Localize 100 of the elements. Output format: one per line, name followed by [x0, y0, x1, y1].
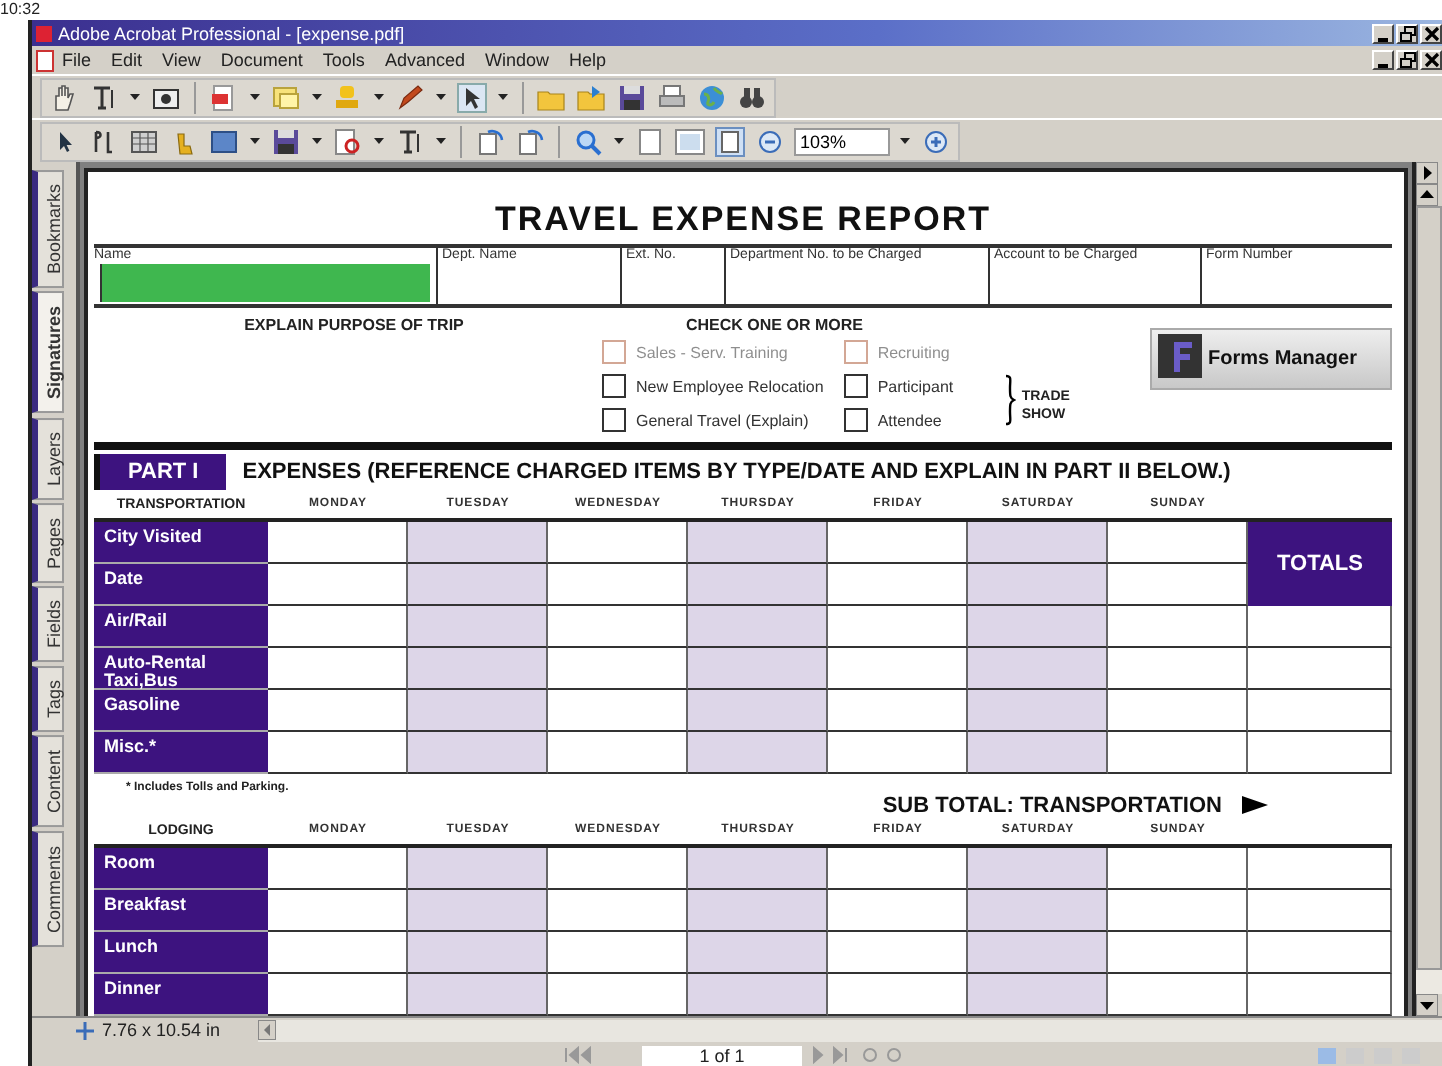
input-field[interactable] — [268, 932, 408, 974]
panel-tab[interactable]: Signatures — [32, 292, 64, 414]
input-field[interactable] — [1108, 563, 1248, 606]
menu-item[interactable]: Window — [484, 50, 549, 70]
input-field[interactable] — [408, 848, 548, 890]
input-field[interactable] — [268, 605, 408, 648]
panel-tab[interactable]: Content — [32, 736, 64, 828]
page-width-icon[interactable] — [674, 125, 706, 157]
checkbox[interactable] — [843, 374, 868, 399]
input-field[interactable] — [828, 890, 968, 932]
scroll-down-icon[interactable] — [1416, 994, 1438, 1016]
input-field[interactable] — [408, 974, 548, 1016]
input-field[interactable] — [688, 647, 828, 690]
input-field[interactable] — [688, 689, 828, 732]
input-field[interactable] — [968, 731, 1108, 774]
input-field[interactable] — [688, 731, 828, 774]
input-field[interactable] — [268, 689, 408, 732]
input-field[interactable] — [1108, 647, 1248, 690]
move-icon[interactable] — [76, 1021, 94, 1039]
document-zoom-icon[interactable] — [332, 125, 364, 157]
page-number-field[interactable]: 1 of 1 — [642, 1045, 802, 1065]
input-field[interactable] — [1108, 932, 1248, 974]
input-field[interactable] — [1248, 848, 1392, 890]
input-field[interactable] — [1108, 605, 1248, 648]
input-field[interactable] — [968, 848, 1108, 890]
input-field[interactable] — [968, 974, 1108, 1016]
panel-tab[interactable]: Pages — [32, 503, 64, 583]
input-field[interactable] — [828, 647, 968, 690]
input-field[interactable] — [688, 521, 828, 564]
table-icon[interactable] — [128, 125, 160, 157]
input-field[interactable] — [548, 647, 688, 690]
input-field[interactable] — [1248, 890, 1392, 932]
menu-item[interactable]: Edit — [111, 50, 143, 70]
input-field[interactable] — [1248, 647, 1392, 690]
input-field[interactable] — [408, 605, 548, 648]
input-field[interactable] — [1248, 932, 1392, 974]
input-field[interactable] — [1108, 731, 1248, 774]
input-field[interactable] — [408, 647, 548, 690]
input-field[interactable] — [1248, 974, 1392, 1016]
input-field[interactable] — [548, 731, 688, 774]
input-field[interactable] — [688, 605, 828, 648]
input-field[interactable] — [548, 689, 688, 732]
input-field[interactable] — [548, 890, 688, 932]
input-field[interactable] — [688, 974, 828, 1016]
input-field[interactable] — [1108, 974, 1248, 1016]
input-field[interactable] — [1108, 890, 1248, 932]
input-field[interactable] — [968, 890, 1108, 932]
input-field[interactable] — [548, 974, 688, 1016]
scroll-left-icon[interactable] — [258, 1019, 276, 1039]
panel-tab[interactable]: Tags — [32, 666, 64, 733]
input-field[interactable] — [828, 521, 968, 564]
menu-item[interactable]: View — [162, 50, 201, 70]
input-field[interactable] — [968, 932, 1108, 974]
input-field[interactable] — [688, 563, 828, 606]
input-field[interactable] — [688, 890, 828, 932]
input-field[interactable] — [828, 731, 968, 774]
input-field[interactable] — [688, 848, 828, 890]
input-field[interactable] — [548, 563, 688, 606]
input-field[interactable] — [828, 563, 968, 606]
checkbox[interactable] — [843, 408, 868, 433]
input-field[interactable] — [828, 689, 968, 732]
input-field[interactable] — [408, 689, 548, 732]
expand-arrow-icon[interactable] — [1416, 162, 1438, 184]
input-field[interactable] — [1248, 731, 1392, 774]
input-field[interactable] — [408, 932, 548, 974]
input-field[interactable] — [408, 731, 548, 774]
input-field[interactable] — [548, 605, 688, 648]
input-field[interactable] — [548, 848, 688, 890]
input-field[interactable] — [268, 890, 408, 932]
checkbox[interactable] — [602, 374, 626, 399]
input-field[interactable] — [408, 890, 548, 932]
input-field[interactable] — [688, 932, 828, 974]
input-field[interactable] — [268, 563, 408, 606]
rotate-icon[interactable] — [474, 125, 506, 157]
input-field[interactable] — [408, 521, 548, 564]
input-field[interactable] — [968, 605, 1108, 648]
menu-item[interactable]: Tools — [322, 50, 365, 70]
input-field[interactable] — [100, 264, 430, 302]
panel-tab[interactable]: Comments — [32, 831, 64, 947]
input-field[interactable] — [268, 647, 408, 690]
panel-tab[interactable]: Fields — [32, 586, 64, 663]
panel-tab[interactable]: Bookmarks — [32, 170, 64, 289]
checkbox[interactable] — [602, 408, 626, 433]
printer-icon[interactable] — [656, 81, 688, 113]
rotate-icon[interactable] — [514, 125, 546, 157]
scroll-up-icon[interactable] — [1416, 184, 1438, 206]
input-field[interactable] — [548, 521, 688, 564]
menu-item[interactable]: Help — [568, 50, 606, 70]
input-field[interactable] — [828, 848, 968, 890]
pencil-icon[interactable] — [394, 81, 426, 113]
fit-page-icon[interactable] — [714, 125, 746, 157]
input-field[interactable] — [828, 605, 968, 648]
input-field[interactable] — [828, 932, 968, 974]
input-field[interactable] — [968, 647, 1108, 690]
menu-item[interactable]: Advanced — [384, 50, 465, 70]
input-field[interactable] — [1108, 521, 1248, 564]
input-field[interactable] — [968, 563, 1108, 606]
forms-manager-button[interactable]: Forms Manager — [1150, 328, 1392, 391]
zoom-in-icon[interactable] — [920, 125, 952, 157]
input-field[interactable] — [968, 521, 1108, 564]
